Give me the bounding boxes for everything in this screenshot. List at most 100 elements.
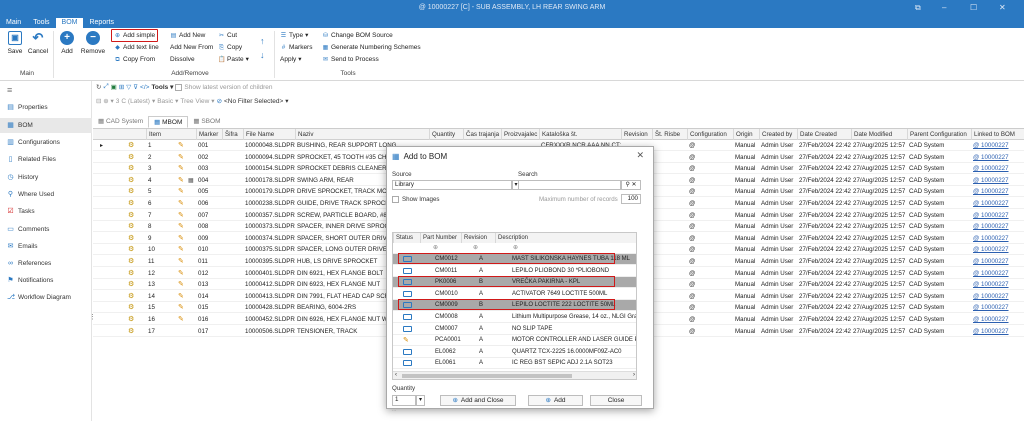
linked-bom-cell[interactable]: @ 10000227 — [971, 256, 1024, 267]
sidebar-item-related-files[interactable]: ▯ Related Files — [0, 152, 92, 167]
linked-bom-cell[interactable]: @ 10000227 — [971, 302, 1024, 313]
library-row[interactable]: CM0007 A NO SLIP TAPE — [393, 324, 636, 335]
dissolve-button[interactable]: Dissolve — [170, 55, 195, 65]
max-records-input[interactable]: 100 — [621, 194, 641, 204]
linked-bom-cell[interactable]: @ 10000227 — [971, 152, 1024, 163]
sidebar-item-where-used[interactable]: ⚲ Where Used — [0, 187, 92, 202]
tab-main[interactable]: Main — [0, 18, 27, 28]
filter-icon[interactable]: ▽ — [126, 83, 131, 91]
add-button[interactable]: + Add — [56, 31, 78, 55]
col-header[interactable]: Origin — [733, 129, 759, 140]
hamburger-icon[interactable]: ≡ — [7, 85, 12, 95]
add-new-button[interactable]: ▤ Add New — [170, 31, 206, 41]
refresh-icon[interactable]: ↻ — [96, 83, 101, 91]
horizontal-scrollbar[interactable]: ‹ › — [393, 371, 636, 379]
library-row[interactable]: ✎ PCA0001 A MOTOR CONTROLLER AND LASER GUID… — [393, 335, 636, 347]
copy-button[interactable]: ⎘ Copy — [218, 43, 242, 53]
sidebar-item-properties[interactable]: ▤ Properties — [0, 100, 92, 115]
send-to-process-button[interactable]: ✉ Send to Process — [322, 55, 379, 65]
tab-sbom[interactable]: ▦ SBOM — [188, 116, 225, 128]
quantity-input[interactable]: 1 — [392, 395, 416, 406]
col-header[interactable]: Linked to BOM — [971, 129, 1024, 140]
linked-bom-cell[interactable]: @ 10000227 — [971, 186, 1024, 197]
sidebar-item-tasks[interactable]: ☑ Tasks — [0, 204, 92, 219]
col-header[interactable]: Parent Configuration — [907, 129, 971, 140]
linked-bom-cell[interactable]: @ 10000227 — [971, 268, 1024, 279]
library-row[interactable]: CM0008 A Lithium Multipurpose Grease, 14 o… — [393, 312, 636, 323]
tab-cad-system[interactable]: ▦ CAD System — [93, 116, 148, 128]
tools-dropdown[interactable]: Tools ▾ — [151, 83, 173, 91]
expand-icon[interactable]: ⤢ — [103, 83, 108, 91]
chevron-down-icon[interactable]: ▾ — [416, 395, 425, 406]
linked-bom-cell[interactable]: @ 10000227 — [971, 210, 1024, 221]
sidebar-item-configurations[interactable]: ▥ Configurations — [0, 135, 92, 150]
tab-bom[interactable]: BOM — [55, 18, 84, 28]
level-select[interactable]: 3 — [116, 98, 120, 105]
paste-button[interactable]: 📋 Paste ▾ — [218, 55, 249, 65]
sidebar-item-bom[interactable]: ▦ BOM — [0, 118, 92, 133]
apply-button[interactable]: Apply ▾ — [280, 55, 302, 65]
code-icon[interactable]: </> — [140, 84, 149, 91]
funnel-clear-icon[interactable]: ⊽ — [133, 83, 138, 91]
col-header[interactable]: Date Modified — [851, 129, 907, 140]
change-bom-source-button[interactable]: ⛁ Change BOM Source — [322, 31, 393, 41]
expand-row-icon[interactable]: ▸ — [98, 140, 106, 151]
linked-bom-cell[interactable]: @ 10000227 — [971, 326, 1024, 337]
col-header[interactable]: Šifra — [222, 129, 243, 140]
col-header[interactable]: Revision — [621, 129, 652, 140]
add-and-close-button[interactable]: ⊕ Add and Close — [440, 395, 516, 406]
library-row[interactable]: EL0062 A QUARTZ TCX-2225 16.0000MF09Z-AC0 — [393, 347, 636, 358]
add-new-from-button[interactable]: Add New From — [170, 43, 213, 53]
scroll-right-icon[interactable]: › — [633, 372, 635, 378]
show-images-checkbox[interactable] — [392, 196, 399, 203]
linked-bom-cell[interactable]: @ 10000227 — [971, 221, 1024, 232]
col-header[interactable]: Quantity — [429, 129, 463, 140]
add-dialog-button[interactable]: ⊕ Add — [528, 395, 583, 406]
sidebar-item-workflow-diagram[interactable]: ⎇ Workflow Diagram — [0, 290, 92, 305]
maximize-icon[interactable]: ☐ — [970, 3, 977, 12]
search-clear-icon[interactable]: ⚲ ✕ — [621, 180, 641, 190]
excel-icon[interactable]: ▣ — [111, 83, 117, 91]
col-header[interactable]: Naziv — [295, 129, 429, 140]
library-row[interactable]: CM0011 A LEPILO PLIOBOND 30 *PLIOBOND — [393, 266, 636, 277]
scroll-left-icon[interactable]: ‹ — [395, 372, 397, 378]
linked-bom-cell[interactable]: @ 10000227 — [971, 314, 1024, 325]
linked-bom-cell[interactable]: @ 10000227 — [971, 233, 1024, 244]
tree-icon[interactable]: ⊞ — [119, 83, 124, 91]
sidebar-item-history[interactable]: ◷ History — [0, 170, 92, 185]
generate-numbering-button[interactable]: ▦ Generate Numbering Schemes — [322, 43, 421, 53]
type-button[interactable]: ☰ Type ▾ — [280, 31, 309, 41]
col-header[interactable]: Proizvajalec — [501, 129, 539, 140]
close-button[interactable]: Close — [590, 395, 642, 406]
save-button[interactable]: ▣ Save — [4, 31, 26, 55]
filter-select[interactable]: <No Filter Selected> — [224, 98, 283, 105]
col-header[interactable]: Št. Risbe — [652, 129, 687, 140]
col-header[interactable]: Čas trajanja — [463, 129, 501, 140]
col-header[interactable]: Status — [393, 233, 420, 243]
tab-mbom[interactable]: ▦ MBOM — [148, 116, 189, 128]
cut-button[interactable]: ✂ Cut — [218, 31, 237, 41]
remove-button[interactable]: − Remove — [80, 31, 106, 55]
col-header[interactable]: Description — [495, 233, 636, 243]
linked-bom-cell[interactable]: @ 10000227 — [971, 291, 1024, 302]
close-window-icon[interactable]: ✕ — [999, 3, 1006, 12]
close-icon[interactable]: ✕ — [636, 150, 644, 161]
cancel-button[interactable]: ↶ Cancel — [27, 31, 49, 56]
linked-bom-cell[interactable]: @ 10000227 — [971, 244, 1024, 255]
markers-button[interactable]: # Markers — [280, 43, 313, 53]
col-header[interactable]: Configuration — [687, 129, 733, 140]
tree-view-select[interactable]: Tree View — [180, 98, 209, 105]
linked-bom-cell[interactable]: @ 10000227 — [971, 163, 1024, 174]
col-header[interactable]: Part Number — [420, 233, 461, 243]
sidebar-item-references[interactable]: ∞ References — [0, 256, 92, 271]
linked-bom-cell[interactable]: @ 10000227 — [971, 140, 1024, 151]
restore-icon[interactable]: ⧉ — [915, 3, 921, 13]
add-text-line-button[interactable]: ◆ Add text line — [114, 43, 159, 53]
linked-bom-cell[interactable]: @ 10000227 — [971, 175, 1024, 186]
move-up-icon[interactable]: ↑ — [260, 36, 265, 46]
linked-bom-cell[interactable]: @ 10000227 — [971, 198, 1024, 209]
sidebar-item-emails[interactable]: ✉ Emails — [0, 239, 92, 254]
col-header[interactable]: File Name — [243, 129, 295, 140]
sidebar-item-notifications[interactable]: ⚑ Notifications — [0, 273, 92, 288]
col-header[interactable]: Date Created — [797, 129, 851, 140]
